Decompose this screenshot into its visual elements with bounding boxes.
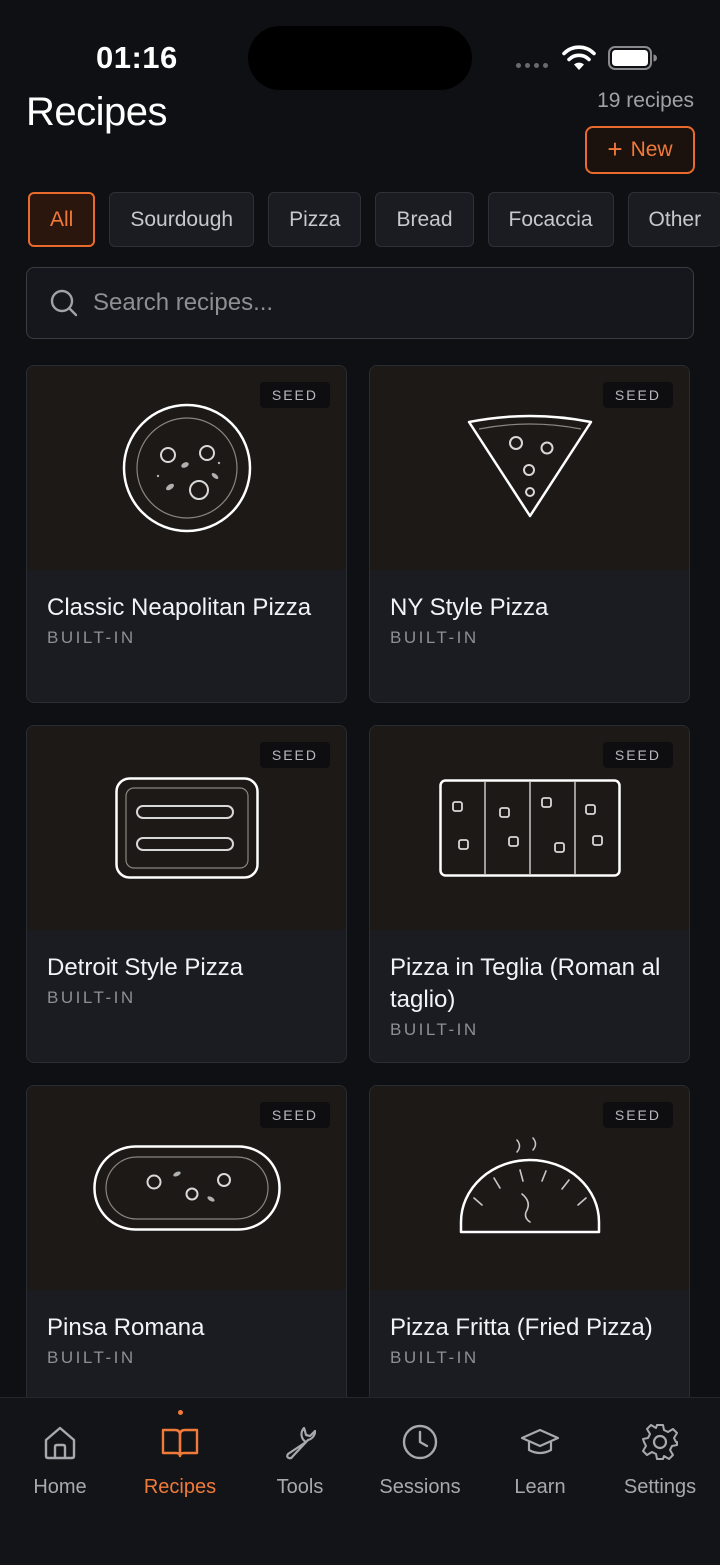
tab-label: Settings (623, 1476, 697, 1498)
recipe-name: Pizza in Teglia (Roman al taglio) (390, 954, 661, 1013)
recipe-illustration: SEED (27, 366, 346, 570)
recipe-name: Pizza Fritta (Fried Pizza) (390, 1314, 653, 1341)
recipe-name: Detroit Style Pizza (47, 954, 244, 981)
graduation-cap-icon (520, 1428, 560, 1455)
recipe-count: 19 recipes (597, 89, 694, 112)
filter-chip-pizza[interactable]: Pizza (268, 192, 362, 247)
recipe-card[interactable]: SEED Classic Neapolitan Pizza BUILT-IN (26, 365, 347, 703)
tab-label: Recipes (143, 1476, 217, 1498)
tab-learn[interactable]: Learn (480, 1398, 600, 1565)
recipe-card[interactable]: SEED NY Style Pizza BUILT-IN (369, 365, 690, 703)
gear-icon (642, 1424, 678, 1460)
recipe-illustration: SEED (370, 366, 689, 570)
book-icon (161, 1428, 199, 1458)
search-input[interactable] (93, 289, 653, 317)
tab-sessions[interactable]: Sessions (360, 1398, 480, 1565)
pan-pizza-icon (114, 777, 259, 879)
wrench-icon (286, 1426, 317, 1460)
new-recipe-button[interactable]: + New (585, 126, 695, 174)
recipe-source-tag: BUILT-IN (390, 1020, 479, 1039)
bottom-tab-bar: Home Recipes Tools Sessions Learn Settin… (0, 1397, 720, 1565)
recipe-card[interactable]: SEED Pinsa Romana BUILT-IN (26, 1085, 347, 1423)
cellular-signal-icon (516, 63, 548, 68)
oval-pizza-icon (92, 1145, 281, 1231)
recipe-source-tag: BUILT-IN (47, 1348, 136, 1367)
plus-icon: + (607, 134, 623, 164)
recipe-illustration: SEED (27, 1086, 346, 1290)
filter-chip-bread[interactable]: Bread (375, 192, 474, 247)
battery-icon (608, 46, 657, 70)
home-icon (44, 1426, 76, 1460)
recipe-name: Pinsa Romana (47, 1314, 205, 1341)
recipe-card[interactable]: SEED Pizza Fritta (Fried Pizza) BUILT-IN (369, 1085, 690, 1423)
filter-chip-other[interactable]: Other (627, 192, 720, 247)
recipe-card[interactable]: SEED Detroit Style Pizza BUILT-IN (26, 725, 347, 1063)
recipe-name: NY Style Pizza (390, 594, 549, 621)
tray-pizza-icon (438, 779, 621, 877)
seed-badge: SEED (259, 742, 330, 768)
active-indicator (177, 1410, 183, 1415)
status-time: 01:16 (96, 40, 178, 75)
filter-chip-focaccia[interactable]: Focaccia (487, 192, 614, 247)
recipe-name: Classic Neapolitan Pizza (47, 594, 312, 621)
recipe-illustration: SEED (27, 726, 346, 930)
filter-chip-sourdough[interactable]: Sourdough (109, 192, 255, 247)
fried-pizza-icon (459, 1137, 600, 1234)
recipes-screen: 01:16 Recipes 19 recipes + New All Sourd… (0, 0, 720, 1565)
round-pizza-icon (122, 403, 251, 533)
tab-label: Sessions (379, 1476, 461, 1498)
tab-home[interactable]: Home (0, 1398, 120, 1565)
new-button-label: New (630, 138, 673, 161)
category-filters: All Sourdough Pizza Bread Focaccia Other (28, 192, 720, 247)
recipe-source-tag: BUILT-IN (390, 1348, 479, 1367)
tab-label: Learn (514, 1476, 566, 1498)
clock-icon (402, 1424, 438, 1460)
tab-tools[interactable]: Tools (240, 1398, 360, 1565)
filter-chip-all[interactable]: All (28, 192, 96, 247)
search-bar[interactable] (26, 267, 694, 339)
recipe-source-tag: BUILT-IN (47, 628, 136, 647)
recipe-source-tag: BUILT-IN (47, 988, 136, 1007)
recipe-illustration: SEED (370, 726, 689, 930)
seed-badge: SEED (602, 382, 673, 408)
tab-settings[interactable]: Settings (600, 1398, 720, 1565)
tab-recipes[interactable]: Recipes (120, 1398, 240, 1565)
recipe-card[interactable]: SEED Pizza in Teglia (Roman al taglio) B… (369, 725, 690, 1063)
seed-badge: SEED (259, 1102, 330, 1128)
tab-label: Tools (276, 1476, 324, 1498)
seed-badge: SEED (602, 1102, 673, 1128)
page-title: Recipes (26, 90, 168, 134)
seed-badge: SEED (259, 382, 330, 408)
tab-label: Home (33, 1476, 87, 1498)
pizza-slice-icon (467, 414, 592, 518)
seed-badge: SEED (602, 742, 673, 768)
search-icon (50, 289, 78, 317)
dynamic-island (248, 26, 472, 90)
wifi-icon (562, 45, 596, 70)
recipe-illustration: SEED (370, 1086, 689, 1290)
recipe-source-tag: BUILT-IN (390, 628, 479, 647)
